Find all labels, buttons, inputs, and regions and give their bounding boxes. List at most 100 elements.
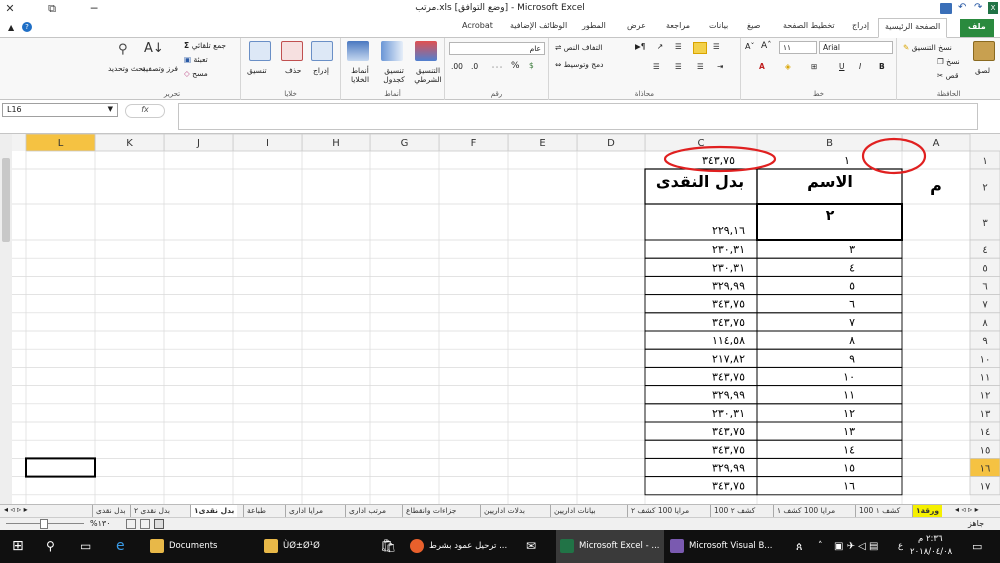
input-language[interactable]: ع xyxy=(898,530,903,563)
cell-B3[interactable]: ٢ xyxy=(826,208,835,224)
indent-icon[interactable]: ⇥ xyxy=(717,62,723,71)
grow-font-icon[interactable]: Aˆ xyxy=(761,41,772,51)
cell-B1[interactable]: ١ xyxy=(844,154,850,167)
tab-insert[interactable]: إدراج xyxy=(852,21,869,30)
cut-button[interactable]: ✂ قص xyxy=(937,71,958,80)
formula-input[interactable] xyxy=(178,103,978,130)
sheet-tab[interactable]: بدلات اداريين xyxy=(480,505,528,517)
align-bottom-icon[interactable]: ☰ xyxy=(713,42,720,51)
sheet-tab[interactable]: بدل نقدى xyxy=(92,505,129,517)
notification-icon[interactable]: ▭ xyxy=(972,530,982,563)
minimize-icon[interactable]: ─ xyxy=(86,1,102,16)
delete-cells-icon[interactable] xyxy=(281,41,303,61)
cell-B16[interactable]: ١٥ xyxy=(843,462,855,475)
sheet-tab[interactable]: طباعة xyxy=(243,505,269,517)
cell-C5[interactable]: ٢٣٠,٣١ xyxy=(712,261,745,274)
cell-B17[interactable]: ١٦ xyxy=(843,480,855,493)
cell-B13[interactable]: ١٢ xyxy=(843,407,855,420)
insert-cells-icon[interactable] xyxy=(311,41,333,61)
font-name-select[interactable]: Arial xyxy=(819,41,893,54)
cell-styles-button[interactable]: أنماط الخلايا xyxy=(343,66,377,84)
percent-button[interactable]: % xyxy=(511,61,520,71)
cell-A2[interactable]: م xyxy=(930,176,942,195)
search-icon[interactable]: ⚲ xyxy=(46,530,55,563)
align-top-icon[interactable]: ☰ xyxy=(675,42,682,51)
tab-data[interactable]: بيانات xyxy=(709,21,728,30)
cell-B8[interactable]: ٧ xyxy=(849,316,855,329)
text-direction-icon[interactable]: ▶¶ xyxy=(635,42,646,51)
conditional-formatting-button[interactable]: التنسيق الشرطي xyxy=(411,66,445,84)
help-icon[interactable]: ? xyxy=(22,22,32,32)
cell-C4[interactable]: ٢٣٠,٣١ xyxy=(712,243,745,256)
sheet-tab[interactable]: بيانات اداريين xyxy=(550,505,599,517)
chevron-up-icon[interactable]: ˄ xyxy=(818,530,823,563)
sheet-tab[interactable]: مرايا 100 كشف ١ xyxy=(773,505,838,517)
cell-B12[interactable]: ١١ xyxy=(843,389,855,402)
tab-home[interactable]: الصفحة الرئيسية xyxy=(878,18,948,38)
sort-filter-icon[interactable]: A↓ xyxy=(144,41,164,56)
cell-C6[interactable]: ٣٢٩,٩٩ xyxy=(712,280,745,293)
tab-view[interactable]: عرض xyxy=(627,21,646,30)
sheet-tab[interactable]: مرايا 100 كشف ٢ xyxy=(627,505,692,517)
find-select-button[interactable]: بحث وتحديد xyxy=(108,64,145,73)
delete-button[interactable]: حذف xyxy=(285,66,301,75)
spreadsheet-grid[interactable]: A B C D E F G H I J K L ١ ٢ ٣ ٤ ٥ ٦ ٧ ٨ ٩ ١٠ ١١ ١٢ ١٣ ١٤ ١٥ ١٦ ١٧ ١ ٣٤… xyxy=(0,134,1000,504)
cell-B2[interactable]: الاسم xyxy=(807,172,853,191)
align-middle-icon[interactable] xyxy=(693,42,707,54)
page-break-view-icon[interactable] xyxy=(126,519,136,529)
cell-C13[interactable]: ٢٣٠,٣١ xyxy=(712,407,745,420)
cell-C9[interactable]: ١١٤,٥٨ xyxy=(712,334,745,347)
cell-B5[interactable]: ٤ xyxy=(849,261,855,274)
cell-C12[interactable]: ٣٢٩,٩٩ xyxy=(712,389,745,402)
taskbar-item-excel[interactable]: Microsoft Excel - ... xyxy=(556,530,664,563)
increase-decimal-button[interactable]: .00 xyxy=(451,62,463,71)
taskbar-item-documents[interactable]: Documents xyxy=(150,530,217,563)
cell-B4[interactable]: ٣ xyxy=(849,243,855,256)
cell-C11[interactable]: ٣٤٣,٧٥ xyxy=(712,371,745,384)
format-painter-button[interactable]: ✎ نسخ التنسيق xyxy=(903,43,952,52)
tab-addins[interactable]: الوظائف الإضافية xyxy=(510,21,567,30)
cell-B11[interactable]: ١٠ xyxy=(843,371,855,384)
name-box[interactable]: L16 ▼ xyxy=(2,103,118,117)
windows-start-icon[interactable]: ⊞ xyxy=(12,530,24,563)
format-cells-icon[interactable] xyxy=(249,41,271,61)
number-format-select[interactable]: عام xyxy=(449,42,545,55)
restore-icon[interactable]: ⧉ xyxy=(44,1,60,16)
merge-center-button[interactable]: ⇔ دمج وتوسيط xyxy=(555,60,604,69)
clock-date[interactable]: ٢٠١٨/٠٤/٠٨ xyxy=(910,547,952,557)
tab-formulas[interactable]: صيغ xyxy=(747,21,760,30)
align-left-icon[interactable]: ☰ xyxy=(653,62,660,71)
grid-canvas[interactable]: ABCDEFGHIJKL١٢٣٤٥٦٧٨٩١٠١١١٢١٣١٤١٥١٦١٧١٣٤… xyxy=(0,134,1000,504)
copy-button[interactable]: ❐ نسخ xyxy=(937,57,960,66)
tab-page-layout[interactable]: تخطيط الصفحة xyxy=(783,21,835,30)
people-icon[interactable]: ጰ xyxy=(796,530,803,563)
tab-file[interactable]: ملف xyxy=(960,19,994,37)
underline-button[interactable]: U xyxy=(839,62,845,71)
sheet-tab[interactable]: بدل نقدى ٢ xyxy=(130,505,173,517)
sheet-tab[interactable]: 100 كشف ١ xyxy=(855,505,903,517)
fill-button[interactable]: ▣ تعبئة xyxy=(184,55,208,64)
format-as-table-icon[interactable] xyxy=(381,41,403,61)
shrink-font-icon[interactable]: Aˇ xyxy=(745,42,754,51)
autosum-button[interactable]: Σ جمع تلقائي xyxy=(184,41,226,50)
tab-scroll-icons[interactable]: ◂ ◃ ▹ ▸ xyxy=(4,505,28,514)
italic-button[interactable]: I xyxy=(859,62,861,71)
sheet-tab[interactable]: ورقة١ xyxy=(912,505,943,517)
taskbar-item-firefox[interactable]: ترحيل عمود بشرط ... xyxy=(410,530,507,563)
undo-icon[interactable]: ↶ xyxy=(958,2,966,13)
font-size-select[interactable]: ١١ xyxy=(779,41,817,54)
insert-function-button[interactable]: fx xyxy=(125,104,165,118)
clock-time[interactable]: ٢:٣٦ م xyxy=(918,534,943,544)
cell-B6[interactable]: ٥ xyxy=(849,280,855,293)
redo-icon[interactable]: ↷ xyxy=(974,2,982,13)
zoom-level[interactable]: %١٣٠ xyxy=(90,519,111,528)
page-layout-view-icon[interactable] xyxy=(140,519,150,529)
bold-button[interactable]: B xyxy=(879,62,885,71)
cell-styles-icon[interactable] xyxy=(347,41,369,61)
cell-C3[interactable]: ٢٢٩,١٦ xyxy=(712,224,745,237)
cell-B9[interactable]: ٨ xyxy=(849,334,855,347)
mail-icon[interactable]: ✉ xyxy=(526,530,536,563)
cell-C1[interactable]: ٣٤٣,٧٥ xyxy=(702,154,735,167)
tab-developer[interactable]: المطور xyxy=(582,21,606,30)
align-right-icon[interactable]: ☰ xyxy=(697,62,704,71)
